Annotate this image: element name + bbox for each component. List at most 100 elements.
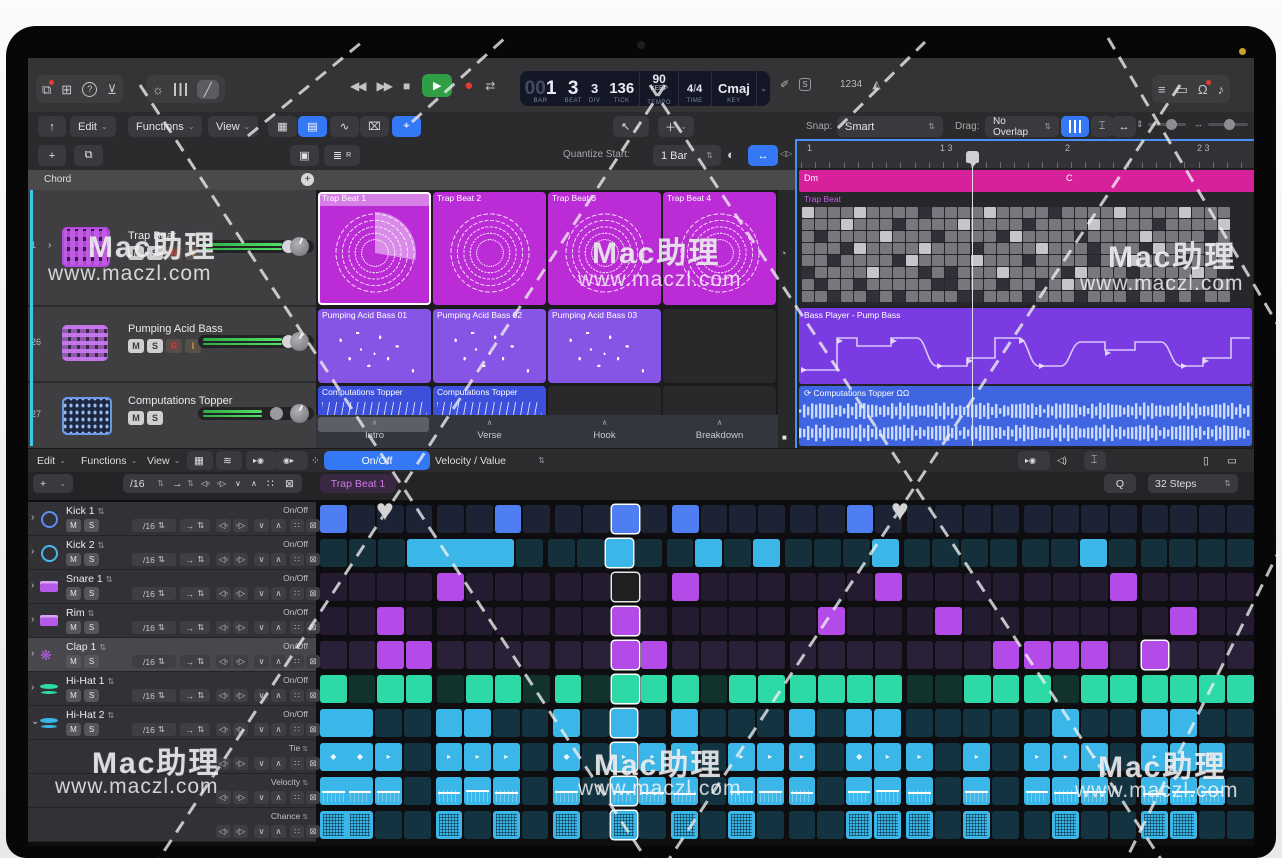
step-cell[interactable] [612, 505, 639, 533]
randomize-button[interactable]: ∷ [290, 553, 304, 566]
loop-cell[interactable]: Trap Beat 2 [433, 192, 546, 305]
monitor-in-button[interactable]: ▸◉ [246, 451, 278, 470]
step-cell[interactable] [406, 505, 433, 533]
step-cell[interactable] [843, 539, 870, 567]
loop-browser-icon[interactable]: Ω [1198, 83, 1208, 96]
randomize-button[interactable]: ∷ [290, 723, 304, 736]
solo-button[interactable]: S [147, 246, 163, 260]
step-cell[interactable] [641, 675, 668, 703]
step-cell[interactable] [874, 811, 901, 839]
step-cell[interactable] [964, 675, 991, 703]
horizontal-zoom-slider[interactable] [1208, 123, 1248, 126]
solo-button[interactable]: S [147, 339, 163, 353]
step-cell[interactable] [377, 675, 404, 703]
step-cell[interactable] [729, 573, 756, 601]
step-cell[interactable] [1142, 607, 1169, 635]
step-cell[interactable]: ▸ [1199, 743, 1226, 771]
menu-functions[interactable]: Functions⌄ [128, 116, 202, 137]
step-cell[interactable] [1141, 709, 1168, 737]
step-cell[interactable] [612, 675, 639, 703]
step-cell[interactable] [993, 641, 1020, 669]
step-cell[interactable] [672, 573, 699, 601]
step-cell[interactable] [1081, 641, 1108, 669]
disclosure-icon[interactable]: › [31, 546, 34, 557]
step-cell[interactable] [406, 675, 433, 703]
step-cell[interactable] [1199, 709, 1226, 737]
step-cell[interactable] [582, 709, 609, 737]
step-cell[interactable] [728, 811, 755, 839]
step-cell[interactable] [555, 607, 582, 635]
clear-row-button[interactable]: ⊠ [306, 825, 320, 838]
step-cell[interactable] [347, 811, 374, 839]
shift-left-button[interactable]: ◁▫ [216, 689, 231, 702]
step-cell[interactable] [847, 641, 874, 669]
step-cell[interactable] [700, 777, 727, 805]
metronome-icon[interactable]: ◭ [872, 78, 880, 91]
step-cell[interactable] [495, 641, 522, 669]
increment-button[interactable]: ∧ [271, 757, 286, 770]
disclosure-icon[interactable]: ⌄ [31, 716, 39, 727]
shift-left-button[interactable]: ◁▫ [216, 791, 231, 804]
step-cell[interactable] [406, 607, 433, 635]
step-cell[interactable] [875, 505, 902, 533]
step-cell[interactable] [466, 607, 493, 635]
randomize-button[interactable]: ∷ [290, 791, 304, 804]
step-cell[interactable] [1227, 743, 1254, 771]
pattern-length-select[interactable]: 32 Steps⇅ [1148, 474, 1238, 493]
grid-arrange-divider[interactable]: ◔ ■ [778, 190, 795, 448]
step-cell[interactable]: ▸ [611, 743, 638, 771]
loop-cell[interactable]: Trap Beat 1 [318, 192, 431, 305]
step-cell[interactable] [555, 505, 582, 533]
row-groups-button[interactable]: ≣R [324, 145, 360, 166]
step-cell[interactable] [612, 641, 639, 669]
step-cell[interactable] [1141, 539, 1168, 567]
step-cell[interactable] [790, 607, 817, 635]
stepper-icon[interactable]: ⇅ [108, 711, 115, 720]
direction-select[interactable]: →⇅ [180, 519, 210, 532]
step-cell[interactable] [993, 573, 1020, 601]
solo-button[interactable]: S [84, 519, 99, 532]
stepper-icon[interactable]: ⇅ [99, 643, 106, 652]
decrement-button[interactable]: ∨ [254, 723, 269, 736]
volume-thumb[interactable] [270, 407, 283, 420]
step-cell[interactable] [695, 539, 722, 567]
step-cell[interactable] [464, 777, 491, 805]
randomize-button[interactable]: ∷ [290, 655, 304, 668]
step-cell[interactable] [993, 505, 1020, 533]
step-cell[interactable] [993, 607, 1020, 635]
decrement-button[interactable]: ∨ [254, 825, 269, 838]
menu-view[interactable]: View⌄ [208, 116, 258, 137]
pointer-tool-select[interactable]: ↖⌄ [613, 116, 649, 137]
step-cell[interactable] [349, 607, 376, 635]
step-cell[interactable] [758, 607, 785, 635]
step-cell[interactable]: ▸ [757, 743, 784, 771]
step-cell[interactable] [464, 811, 491, 839]
subrow-header[interactable]: Chance ⇅◁▫▫▷∨∧∷⊠ [28, 808, 316, 842]
step-cell[interactable] [436, 777, 463, 805]
step-cell[interactable] [874, 709, 901, 737]
back-button[interactable]: ↑ [38, 116, 66, 137]
step-cell[interactable] [1199, 641, 1226, 669]
track-header-26[interactable]: 26 Pumping Acid Bass M S R I [28, 307, 316, 383]
step-cell[interactable] [872, 539, 899, 567]
pan-knob[interactable] [290, 237, 309, 256]
step-cell[interactable]: ▸ [789, 743, 816, 771]
slider-thumb[interactable] [1166, 119, 1177, 130]
step-cell[interactable]: ◆ [320, 743, 347, 771]
step-cell[interactable] [672, 607, 699, 635]
disclosure-icon[interactable]: › [31, 580, 34, 591]
add-row-button[interactable]: +⌄ [33, 474, 73, 493]
mute-button[interactable]: M [128, 246, 144, 260]
step-cell[interactable] [377, 505, 404, 533]
step-cell[interactable] [907, 675, 934, 703]
row-name[interactable]: Kick 2 [66, 539, 95, 551]
step-cell[interactable] [847, 607, 874, 635]
step-cell[interactable] [437, 641, 464, 669]
shift-left-button[interactable]: ◁▫ [216, 825, 231, 838]
decrement-button[interactable]: ∨ [254, 587, 269, 600]
step-cell[interactable] [992, 811, 1019, 839]
shift-left-button[interactable]: ◁▫ [216, 621, 231, 634]
step-cell[interactable] [846, 709, 873, 737]
step-cell[interactable] [964, 607, 991, 635]
step-cell[interactable] [466, 641, 493, 669]
